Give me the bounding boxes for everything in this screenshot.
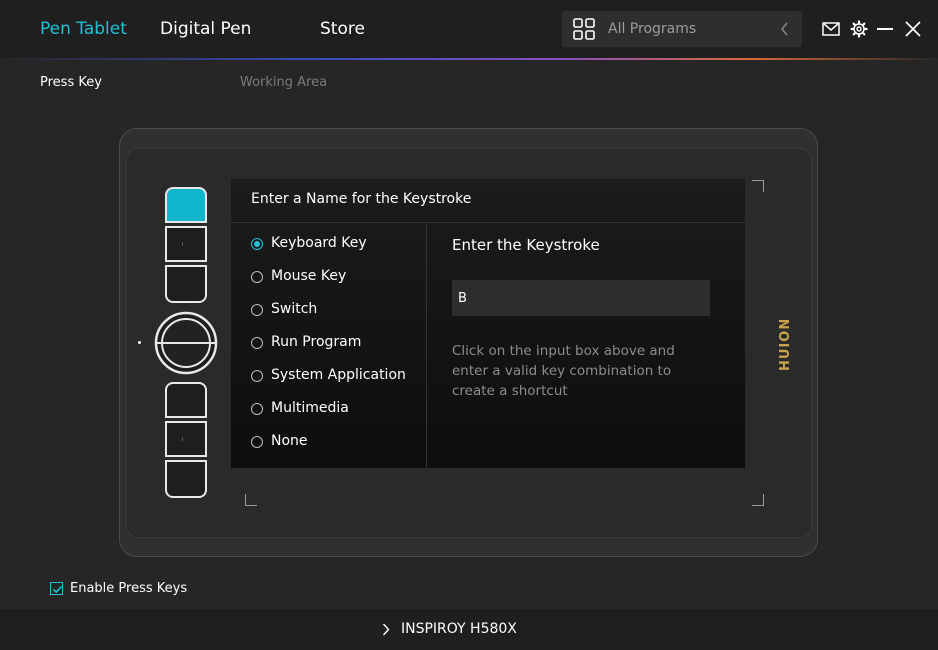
tab-store[interactable]: Store (320, 19, 365, 39)
press-key-4[interactable] (165, 382, 207, 418)
working-area-corner (752, 494, 764, 506)
option-label: None (271, 433, 308, 449)
program-selector[interactable]: All Programs (562, 11, 802, 47)
working-area-corner (752, 180, 764, 192)
mail-icon[interactable] (822, 20, 840, 38)
subtab-working-area[interactable]: Working Area (240, 75, 327, 90)
radio-checked[interactable] (251, 238, 263, 250)
radio[interactable] (251, 337, 263, 349)
grid-icon (573, 18, 595, 40)
dialog-title: Enter a Name for the Keystroke (251, 191, 472, 207)
divider (426, 223, 427, 468)
radio[interactable] (251, 304, 263, 316)
close-icon[interactable] (904, 20, 922, 38)
header-accent-line (0, 58, 938, 60)
option-label: Run Program (271, 334, 362, 350)
chevron-left-icon[interactable] (779, 22, 791, 36)
radio[interactable] (251, 403, 263, 415)
device-name[interactable]: INSPIROY H580X (401, 621, 517, 637)
tab-pen-tablet[interactable]: Pen Tablet (40, 19, 127, 39)
option-label: Switch (271, 301, 318, 317)
press-key-1[interactable] (165, 187, 207, 223)
top-bar: Pen Tablet Digital Pen Store All Program… (0, 0, 938, 58)
divider (231, 222, 745, 223)
tab-digital-pen[interactable]: Digital Pen (160, 19, 251, 39)
radio[interactable] (251, 370, 263, 382)
option-label: System Application (271, 367, 406, 383)
footer-bar: INSPIROY H580X (0, 609, 938, 650)
indicator-dot (138, 341, 141, 344)
keystroke-input[interactable] (452, 280, 710, 316)
dial-ring[interactable] (154, 311, 218, 375)
keystroke-heading: Enter the Keystroke (452, 236, 600, 254)
brand-logo: HUION (778, 317, 793, 371)
press-key-2[interactable] (165, 226, 207, 262)
minimize-icon[interactable] (876, 20, 894, 38)
checkmark-icon (52, 585, 63, 594)
radio[interactable] (251, 436, 263, 448)
press-key-6[interactable] (165, 460, 207, 498)
working-area-corner (245, 494, 257, 506)
option-label: Keyboard Key (271, 235, 367, 251)
enable-press-keys-label: Enable Press Keys (70, 581, 188, 596)
gear-icon[interactable] (850, 20, 868, 38)
chevron-right-icon[interactable] (382, 623, 390, 636)
radio[interactable] (251, 271, 263, 283)
checkbox[interactable] (50, 582, 63, 595)
keystroke-dialog: Enter a Name for the Keystroke Keyboard … (231, 179, 745, 468)
press-key-5[interactable] (165, 421, 207, 457)
option-label: Mouse Key (271, 268, 347, 284)
option-label: Multimedia (271, 400, 349, 416)
keystroke-hint: Click on the input box above and enter a… (452, 343, 675, 399)
subtab-press-key[interactable]: Press Key (40, 75, 102, 90)
program-selector-label: All Programs (608, 21, 697, 37)
press-key-3[interactable] (165, 265, 207, 303)
